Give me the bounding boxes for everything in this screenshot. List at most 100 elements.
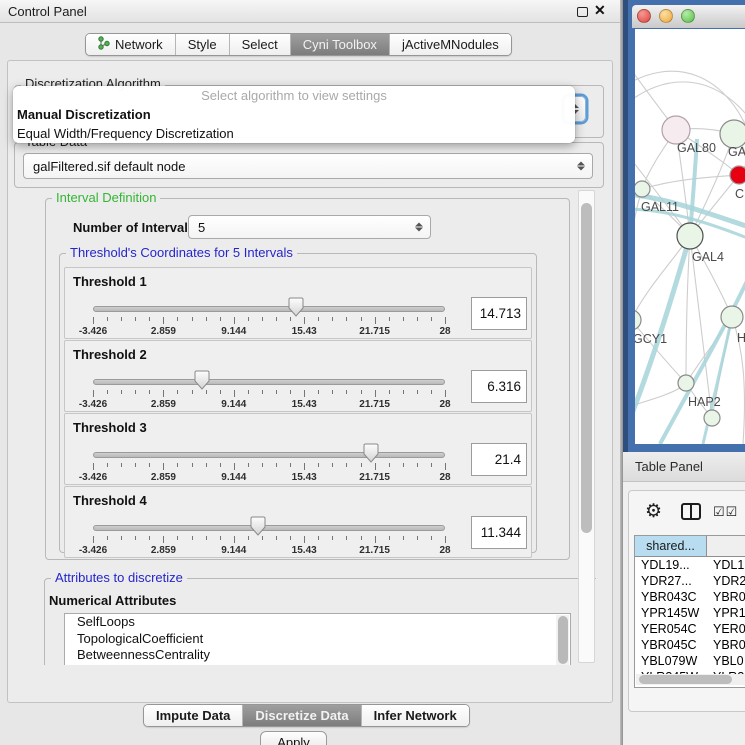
table-row[interactable]: YBR043CYBR0 [635,589,745,605]
table-horizontal-scrollbar[interactable] [636,674,745,685]
algorithm-option[interactable]: Equal Width/Frequency Discretization [13,124,575,143]
close-icon[interactable]: ✕ [594,2,606,19]
checkboxes-icon[interactable]: ☑☑ [713,504,738,520]
slider-thumb[interactable] [288,297,304,317]
tab-network[interactable]: Network [86,34,176,55]
tab-cyni-toolbox[interactable]: Cyni Toolbox [291,34,390,55]
table-cell: YDR27... [635,573,707,589]
tick-mark [234,536,235,543]
network-node-top-right[interactable] [720,120,745,148]
numerical-attributes-list[interactable]: SelfLoopsTopologicalCoefficientBetweenne… [64,613,571,665]
column-header[interactable]: n [707,536,745,556]
apply-button[interactable]: Apply [260,731,327,745]
attributes-scrollbar[interactable] [556,615,569,665]
tab-style[interactable]: Style [176,34,230,55]
tab-select[interactable]: Select [230,34,291,55]
tab-jactivemnodules[interactable]: jActiveMNodules [390,34,511,55]
table-row[interactable]: YBR045CYBR0 [635,637,745,653]
tick-mark [121,536,122,540]
slider-track[interactable] [93,525,445,531]
network-edge[interactable] [690,236,732,317]
tick-mark [248,536,249,540]
tick-mark [206,536,207,540]
algorithm-option[interactable]: Manual Discretization [13,105,575,124]
tick-mark [361,536,362,540]
zoom-traffic-light-icon[interactable] [681,9,695,23]
network-canvas[interactable]: GAL80GACGAL11GAL4GCY1HHAP2 [635,29,745,444]
tab-label: Cyni Toolbox [303,37,377,52]
slider-track[interactable] [93,452,445,458]
threshold-value-field[interactable]: 21.4 [471,443,527,476]
tick-mark [107,536,108,540]
network-edge[interactable] [635,236,690,320]
network-node-gal4[interactable] [677,223,703,249]
tick-mark [107,463,108,467]
minimize-traffic-light-icon[interactable] [659,9,673,23]
network-window-titlebar[interactable] [632,5,745,28]
column-header[interactable]: shared... [635,536,707,556]
tick-mark [375,390,376,397]
network-node-hap2[interactable] [678,375,694,391]
network-edge[interactable] [635,82,745,119]
float-window-icon[interactable] [577,7,588,17]
attribute-item[interactable]: TopologicalCoefficient [65,631,570,648]
slider-track[interactable] [93,306,445,312]
table-data-combo[interactable]: galFiltered.sif default node [23,153,593,179]
tick-label: -3.426 [79,472,107,483]
tab-impute-data[interactable]: Impute Data [144,705,243,726]
table-cell: YIL052C [635,685,707,687]
tick-label: 9.144 [221,399,246,410]
tick-label: 28 [439,545,450,556]
table-cell: YDR2 [707,573,745,589]
combo-arrows-icon [577,162,585,171]
network-node-gcy1[interactable] [635,310,641,330]
network-node-h-node[interactable] [721,306,743,328]
network-edge[interactable] [686,236,690,383]
gear-icon[interactable]: ⚙ [645,500,662,523]
tick-mark [318,536,319,540]
split-panel-icon[interactable] [680,502,702,527]
network-node-red-node[interactable] [730,166,745,184]
table-row[interactable]: YDR27...YDR2 [635,573,745,589]
slider-thumb[interactable] [250,516,266,536]
tick-mark [304,536,305,543]
threshold-value-field[interactable]: 6.316 [471,370,527,403]
attribute-item[interactable]: SelfLoops [65,614,570,631]
slider-thumb[interactable] [194,370,210,390]
table-row[interactable]: YPR145WYPR1 [635,605,745,621]
tick-mark [332,536,333,540]
network-node-gal11[interactable] [635,181,650,197]
slider-thumb[interactable] [363,443,379,463]
tick-mark [234,463,235,470]
close-traffic-light-icon[interactable] [637,9,651,23]
table-row[interactable]: YDL19...YDL1 [635,557,745,573]
threshold-value-field[interactable]: 11.344 [471,516,527,549]
network-edge-highlighted[interactable] [635,236,690,419]
threshold-list: Threshold 1-3.4262.8599.14415.4321.71528… [60,254,536,558]
network-node-gal80[interactable] [662,116,690,144]
tab-discretize-data[interactable]: Discretize Data [243,705,361,726]
tick-mark [332,390,333,394]
table-row[interactable]: YER054CYER0 [635,621,745,637]
combo-arrows-icon [415,223,423,232]
settings-vertical-scrollbar[interactable] [578,190,595,663]
table-panel-header: Table Panel [623,452,745,482]
number-of-intervals-combo[interactable]: 5 [188,215,431,239]
tick-mark [149,463,150,467]
table-row[interactable]: YIL052CYIL0 [635,685,745,687]
attributes-group: Attributes to discretize Numerical Attri… [44,578,596,665]
network-svg: GAL80GACGAL11GAL4GCY1HHAP2 [635,29,745,444]
network-node-bottom-node[interactable] [704,410,720,426]
network-edge[interactable] [642,175,739,189]
control-panel: Control Panel ✕ NetworkStyleSelectCyni T… [0,0,621,745]
attribute-item[interactable]: BetweennessCentrality [65,647,570,664]
tick-mark [304,390,305,397]
tab-infer-network[interactable]: Infer Network [362,705,469,726]
tick-mark [431,390,432,394]
table-row[interactable]: YBL079WYBL0 [635,653,745,669]
tick-mark [346,536,347,540]
threshold-value-field[interactable]: 14.713 [471,297,527,330]
tick-mark [248,390,249,394]
tick-mark [149,317,150,321]
slider-track[interactable] [93,379,445,385]
